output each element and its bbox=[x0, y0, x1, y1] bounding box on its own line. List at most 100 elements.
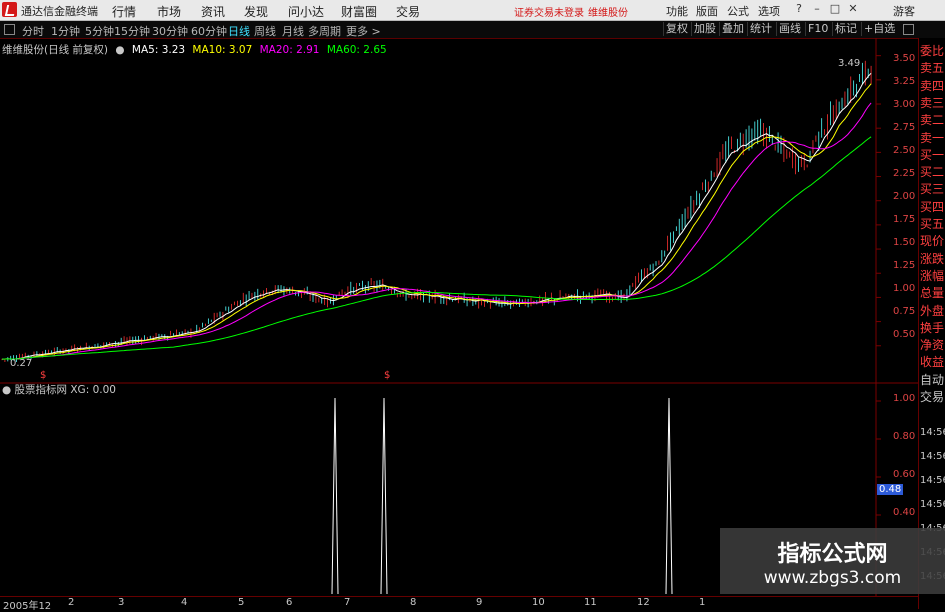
quote-label: 收益 bbox=[920, 355, 945, 370]
period-toolbar: 分时 1分钟 5分钟 15分钟 30分钟 60分钟 日线 周线 月线 多周期 更… bbox=[0, 21, 945, 39]
quote-label[interactable]: 自动 bbox=[920, 371, 944, 388]
btn-fuquan[interactable]: 复权 bbox=[663, 22, 690, 36]
quote-panel: 委比 卖五 卖四 卖三 卖二 卖一 买一 买二 买三 买四 买五 现价 涨跌 涨幅 总量 外盘 换手 净资 收益 自动… bbox=[918, 38, 945, 609]
quote-label: 卖四 bbox=[920, 78, 945, 93]
quote-label: 委比 bbox=[920, 44, 945, 58]
price-tick: 2.75 bbox=[893, 122, 916, 133]
period-15min[interactable]: 15分钟 bbox=[114, 23, 150, 39]
date-tick: 5 bbox=[238, 597, 245, 608]
menu-shichang[interactable]: 市场 bbox=[157, 3, 181, 20]
trade-time: 14:56 bbox=[920, 451, 945, 462]
maximize-icon[interactable]: □ bbox=[828, 2, 842, 16]
quote-label: 净资 bbox=[920, 338, 945, 353]
period-monthly[interactable]: 月线 bbox=[282, 23, 304, 39]
ma20-line bbox=[1, 102, 872, 360]
quote-label: 卖五 bbox=[920, 61, 945, 76]
quote-label: 买三 bbox=[920, 182, 945, 197]
btn-f10[interactable]: F10 bbox=[805, 22, 830, 36]
menu-faxian[interactable]: 发现 bbox=[244, 3, 268, 20]
ma60-line bbox=[1, 136, 872, 360]
trade-time: 14:56 bbox=[920, 475, 945, 486]
quote-label: 涨幅 bbox=[920, 268, 945, 283]
kline-chart[interactable] bbox=[0, 38, 918, 596]
price-tick: 1.75 bbox=[893, 214, 916, 225]
low-price-marker: 0.27 bbox=[10, 358, 33, 369]
menu-banmian[interactable]: 版面 bbox=[696, 3, 718, 19]
stock-link[interactable]: 维维股份 bbox=[588, 4, 628, 19]
menu-gongshi[interactable]: 公式 bbox=[727, 3, 749, 19]
period-more[interactable]: 更多 > bbox=[346, 23, 381, 39]
date-tick: 6 bbox=[286, 597, 293, 608]
period-daily[interactable]: 日线 bbox=[228, 23, 250, 39]
price-tick: 3.25 bbox=[893, 76, 916, 87]
menu-wenxiaoda[interactable]: 问小达 bbox=[288, 3, 324, 20]
price-tick: 2.00 bbox=[893, 191, 916, 202]
btn-tongji[interactable]: 统计 bbox=[747, 22, 774, 36]
broker-login-warning[interactable]: 证券交易未登录 bbox=[514, 4, 584, 19]
sub-chart-info: ● 股票指标网 XG: 0.00 bbox=[2, 382, 116, 397]
signal-mark-2: $ bbox=[384, 370, 391, 381]
btn-huaxian[interactable]: 画线 bbox=[776, 22, 803, 36]
quote-label: 卖三 bbox=[920, 95, 945, 110]
btn-diejia[interactable]: 叠加 bbox=[719, 22, 746, 36]
date-tick: 8 bbox=[410, 597, 417, 608]
panel-toggle-icon[interactable] bbox=[4, 24, 15, 35]
trade-time: 14:56 bbox=[920, 427, 945, 438]
xg-value: XG: 0.00 bbox=[70, 384, 116, 396]
minimize-icon[interactable]: – bbox=[810, 2, 824, 16]
quote-label: 买二 bbox=[920, 165, 945, 180]
trade-time: 14:56 bbox=[920, 499, 945, 510]
btn-biaoji[interactable]: 标记 bbox=[832, 22, 859, 36]
close-icon[interactable]: ✕ bbox=[846, 2, 860, 16]
menu-caifuquan[interactable]: 财富圈 bbox=[341, 3, 377, 20]
quote-label: 买一 bbox=[920, 147, 945, 162]
quote-label: 总量 bbox=[920, 286, 945, 301]
ma5-label: MA5: 3.23 bbox=[131, 44, 186, 56]
sub-tick: 0.80 bbox=[893, 431, 916, 442]
help-icon[interactable]: ? bbox=[792, 2, 806, 16]
quote-label: 卖二 bbox=[920, 113, 945, 128]
xg-signal-spike bbox=[331, 397, 339, 595]
period-fenshi[interactable]: 分时 bbox=[22, 23, 44, 39]
panel-switch-icon[interactable] bbox=[903, 24, 914, 35]
ma20-label: MA20: 2.91 bbox=[259, 44, 320, 56]
period-weekly[interactable]: 周线 bbox=[254, 23, 276, 39]
ma10-line bbox=[1, 83, 872, 360]
xg-signal-spike bbox=[665, 397, 673, 595]
ma-settings-icon[interactable]: ● bbox=[115, 44, 124, 56]
menu-gongneng[interactable]: 功能 bbox=[666, 3, 688, 19]
stock-title: 维维股份(日线 前复权) bbox=[2, 44, 109, 56]
date-tick: 2005年12 bbox=[3, 601, 52, 612]
price-tick: 3.00 bbox=[893, 99, 916, 110]
menu-xuanxiang[interactable]: 选项 bbox=[758, 3, 780, 19]
main-chart-info: 维维股份(日线 前复权) ● MA5: 3.23 MA10: 3.07 MA20… bbox=[2, 42, 391, 57]
period-multi[interactable]: 多周期 bbox=[308, 23, 341, 39]
btn-zixuan[interactable]: +自选 bbox=[861, 22, 897, 36]
date-tick: 4 bbox=[181, 597, 188, 608]
menu-bar: 通达信金融终端 行情 市场 资讯 发现 问小达 财富圈 交易 证券交易未登录 维… bbox=[0, 0, 945, 21]
sub-tick: 0.40 bbox=[893, 507, 916, 518]
indicator-settings-icon[interactable]: ● bbox=[2, 384, 11, 396]
price-tick: 1.00 bbox=[893, 283, 916, 294]
date-tick: 10 bbox=[532, 597, 545, 608]
quote-label[interactable]: 交易 bbox=[920, 388, 944, 405]
quote-label: 涨跌 bbox=[920, 251, 945, 266]
sub-tick: 1.00 bbox=[893, 393, 916, 404]
menu-jiaoyi[interactable]: 交易 bbox=[396, 3, 420, 20]
period-1min[interactable]: 1分钟 bbox=[51, 23, 80, 39]
period-30min[interactable]: 30分钟 bbox=[152, 23, 188, 39]
menu-hangqing[interactable]: 行情 bbox=[112, 3, 136, 20]
period-60min[interactable]: 60分钟 bbox=[191, 23, 227, 39]
xg-signal-spike bbox=[380, 397, 388, 595]
date-tick: 2 bbox=[68, 597, 75, 608]
menu-zixun[interactable]: 资讯 bbox=[201, 3, 225, 20]
date-tick: 9 bbox=[476, 597, 483, 608]
app-logo-icon bbox=[2, 2, 17, 17]
date-tick: 12 bbox=[637, 597, 650, 608]
guest-label[interactable]: 游客 bbox=[893, 3, 915, 19]
quote-label: 买五 bbox=[920, 217, 945, 231]
date-tick: 3 bbox=[118, 597, 125, 608]
period-5min[interactable]: 5分钟 bbox=[85, 23, 114, 39]
high-price-marker: 3.49 bbox=[838, 58, 861, 69]
btn-jiagu[interactable]: 加股 bbox=[691, 22, 718, 36]
